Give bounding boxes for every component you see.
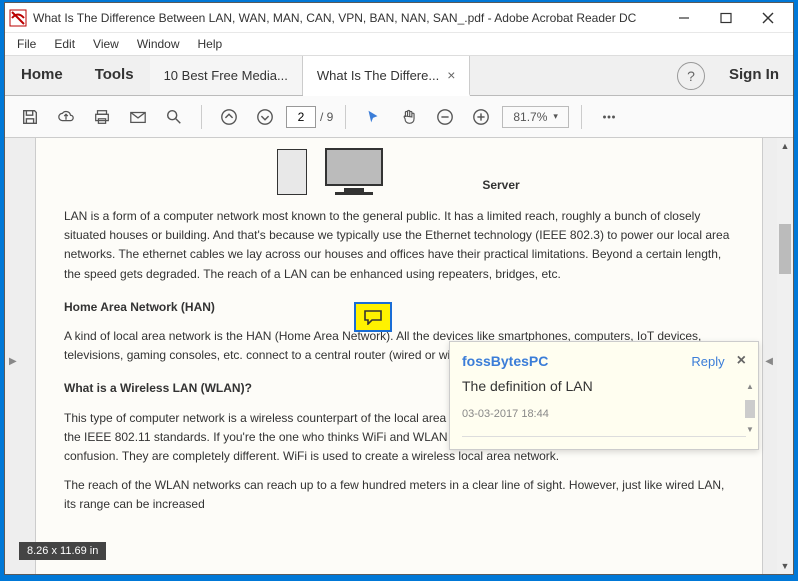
menu-help[interactable]: Help bbox=[198, 37, 223, 51]
page-indicator: / 9 bbox=[286, 106, 333, 128]
menubar: File Edit View Window Help bbox=[5, 33, 793, 56]
comment-popup: fossBytesPC Reply × The definition of LA… bbox=[449, 341, 759, 450]
help-icon[interactable]: ? bbox=[677, 62, 705, 90]
pane-toggle-left-icon[interactable]: ▶ bbox=[9, 356, 17, 367]
page-input[interactable] bbox=[286, 106, 316, 128]
comment-author: fossBytesPC bbox=[462, 353, 691, 369]
save-icon[interactable] bbox=[15, 102, 45, 132]
more-icon[interactable] bbox=[594, 102, 624, 132]
titlebar: What Is The Difference Between LAN, WAN,… bbox=[5, 3, 793, 33]
nav-home[interactable]: Home bbox=[5, 56, 79, 95]
scroll-thumb[interactable] bbox=[779, 224, 791, 274]
menu-window[interactable]: Window bbox=[137, 37, 180, 51]
email-icon[interactable] bbox=[123, 102, 153, 132]
nav-tools[interactable]: Tools bbox=[79, 56, 150, 95]
chevron-down-icon: ▾ bbox=[553, 111, 558, 122]
server-graphic: Server bbox=[401, 162, 521, 195]
doc-tab-0[interactable]: 10 Best Free Media... bbox=[150, 56, 303, 95]
zoom-in-icon[interactable] bbox=[466, 102, 496, 132]
doc-tab-1[interactable]: What Is The Differe... × bbox=[303, 56, 471, 96]
scroll-down-icon[interactable]: ▼ bbox=[777, 558, 793, 574]
vertical-scrollbar[interactable]: ▲ ▼ bbox=[777, 138, 793, 574]
monitor-graphic bbox=[325, 148, 383, 195]
menu-view[interactable]: View bbox=[93, 37, 119, 51]
zoom-value: 81.7% bbox=[513, 110, 547, 124]
page-total: / 9 bbox=[320, 110, 333, 124]
computer-tower-graphic bbox=[277, 149, 307, 195]
menu-file[interactable]: File bbox=[17, 37, 36, 51]
app-icon bbox=[9, 9, 27, 27]
window-title: What Is The Difference Between LAN, WAN,… bbox=[33, 11, 663, 25]
hand-icon[interactable] bbox=[394, 102, 424, 132]
heading: Home Area Network (HAN) bbox=[64, 298, 734, 317]
page-up-icon[interactable] bbox=[214, 102, 244, 132]
content-area: ▶ ◀ Server LAN is a form of a computer n… bbox=[5, 138, 793, 574]
sign-in-button[interactable]: Sign In bbox=[715, 56, 793, 95]
pointer-icon[interactable] bbox=[358, 102, 388, 132]
server-label: Server bbox=[481, 176, 521, 195]
zoom-out-icon[interactable] bbox=[430, 102, 460, 132]
comment-reply-button[interactable]: Reply bbox=[691, 354, 724, 369]
scroll-up-icon[interactable]: ▲ bbox=[777, 138, 793, 154]
popup-scrollbar[interactable]: ▲▼ bbox=[744, 382, 756, 437]
doc-tab-label: 10 Best Free Media... bbox=[164, 68, 288, 83]
pane-toggle-right-icon[interactable]: ◀ bbox=[765, 356, 773, 367]
menu-edit[interactable]: Edit bbox=[54, 37, 75, 51]
doc-tab-label: What Is The Differe... bbox=[317, 68, 439, 83]
tab-close-icon[interactable]: × bbox=[447, 67, 455, 83]
zoom-dropdown[interactable]: 81.7% ▾ bbox=[502, 106, 569, 128]
comment-annotation-icon[interactable] bbox=[354, 302, 392, 332]
print-icon[interactable] bbox=[87, 102, 117, 132]
comment-close-icon[interactable]: × bbox=[737, 352, 746, 370]
cloud-icon[interactable] bbox=[51, 102, 81, 132]
body-text: The reach of the WLAN networks can reach… bbox=[64, 476, 734, 514]
close-button[interactable] bbox=[747, 4, 789, 32]
page-size-tooltip: 8.26 x 11.69 in bbox=[19, 542, 106, 560]
search-icon[interactable] bbox=[159, 102, 189, 132]
body-text: LAN is a form of a computer network most… bbox=[64, 207, 734, 284]
comment-body: The definition of LAN bbox=[462, 378, 746, 394]
figure: Server bbox=[64, 148, 734, 195]
comment-timestamp: 03-03-2017 18:44 bbox=[462, 408, 746, 420]
tab-row: Home Tools 10 Best Free Media... What Is… bbox=[5, 56, 793, 96]
app-window: What Is The Difference Between LAN, WAN,… bbox=[4, 2, 794, 575]
minimize-button[interactable] bbox=[663, 4, 705, 32]
page-down-icon[interactable] bbox=[250, 102, 280, 132]
maximize-button[interactable] bbox=[705, 4, 747, 32]
toolbar: / 9 81.7% ▾ bbox=[5, 96, 793, 138]
